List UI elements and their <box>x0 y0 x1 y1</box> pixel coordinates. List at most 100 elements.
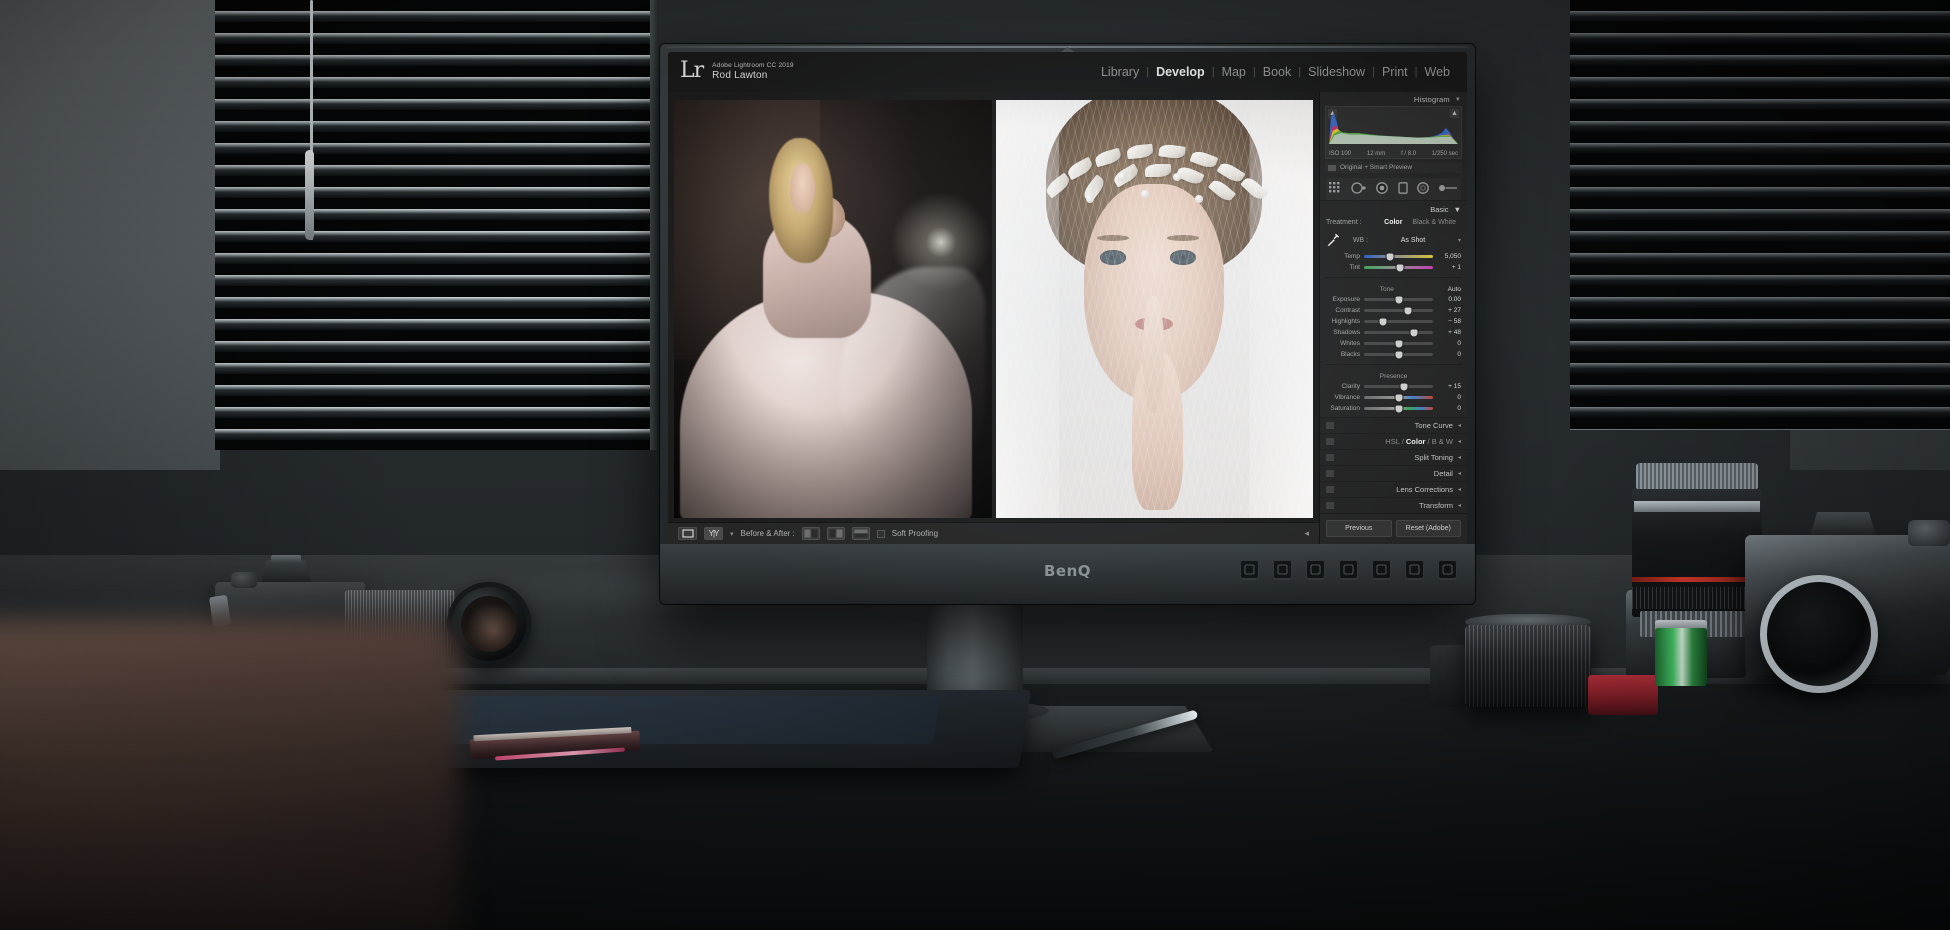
radial-filter-tool-icon[interactable] <box>1416 182 1429 196</box>
slider-row-contrast[interactable]: Contrast + 27 <box>1320 305 1467 316</box>
slider-row-highlights[interactable]: Highlights − 58 <box>1320 316 1467 327</box>
slider-value[interactable]: + 27 <box>1437 307 1461 314</box>
slider-knob[interactable] <box>1395 296 1402 304</box>
slider-track[interactable] <box>1364 351 1433 359</box>
module-tab-slideshow[interactable]: Slideshow <box>1301 65 1372 79</box>
slider-row-shadows[interactable]: Shadows + 48 <box>1320 327 1467 338</box>
slider-track[interactable] <box>1364 296 1433 304</box>
slider-value[interactable]: 0 <box>1437 405 1461 412</box>
slider-track[interactable] <box>1364 405 1433 413</box>
spot-removal-tool-icon[interactable] <box>1351 182 1367 196</box>
panel-switch-icon[interactable] <box>1326 502 1334 510</box>
slider-track[interactable] <box>1364 307 1433 315</box>
slider-knob[interactable] <box>1400 383 1408 391</box>
chevron-left-icon[interactable]: ◂ <box>1458 502 1461 509</box>
slider-knob[interactable] <box>1404 307 1412 315</box>
slider-value[interactable]: 0 <box>1437 394 1461 401</box>
slider-row-exposure[interactable]: Exposure 0.00 <box>1320 294 1467 305</box>
auto-tone-button[interactable]: Auto <box>1448 286 1461 293</box>
panel-switch-icon[interactable] <box>1326 438 1334 446</box>
slider-value[interactable]: − 58 <box>1437 318 1461 325</box>
eyedropper-icon[interactable] <box>1326 233 1340 247</box>
monitor-osd-buttons[interactable] <box>1240 560 1457 579</box>
slider-track[interactable] <box>1364 318 1433 326</box>
before-after-view-icon[interactable]: Y|Y <box>704 527 723 540</box>
previous-button[interactable]: Previous <box>1326 520 1392 538</box>
slider-value[interactable]: 5,050 <box>1437 253 1461 260</box>
crop-overlay-tool-icon[interactable] <box>1329 182 1342 196</box>
panel-switch-icon[interactable] <box>1326 454 1334 462</box>
menu-button[interactable] <box>1273 560 1292 579</box>
slider-knob[interactable] <box>1395 394 1402 402</box>
slider-knob[interactable] <box>1379 318 1387 326</box>
slider-value[interactable]: + 1 <box>1437 264 1461 271</box>
adjustment-brush-tool-icon[interactable] <box>1438 182 1458 196</box>
panel-header-tone-curve[interactable]: Tone Curve ◂ <box>1320 417 1467 434</box>
chevron-left-icon[interactable]: ◂ <box>1458 438 1461 445</box>
basic-panel-header[interactable]: Basic ▼ <box>1320 200 1467 217</box>
loupe-view-icon[interactable] <box>678 527 697 540</box>
panel-header-lens-corrections[interactable]: Lens Corrections ◂ <box>1320 481 1467 498</box>
chevron-down-icon[interactable]: ▼ <box>1455 97 1461 103</box>
panel-segment-hsl[interactable]: HSL <box>1385 437 1401 446</box>
slider-knob[interactable] <box>1395 340 1402 348</box>
slider-track[interactable] <box>1364 264 1433 272</box>
chevron-left-icon[interactable]: ◂ <box>1458 470 1461 477</box>
slider-knob[interactable] <box>1410 329 1418 337</box>
panel-header-transform[interactable]: Transform ◂ <box>1320 497 1467 514</box>
histogram-panel-header[interactable]: Histogram ▼ <box>1320 92 1467 106</box>
slider-value[interactable]: 0 <box>1437 351 1461 358</box>
red-eye-correction-tool-icon[interactable] <box>1376 182 1389 196</box>
chevron-down-icon[interactable]: ▼ <box>1454 205 1461 214</box>
slider-value[interactable]: + 15 <box>1437 383 1461 390</box>
reset-adobe-button[interactable]: Reset (Adobe) <box>1395 520 1461 538</box>
input-select-button[interactable] <box>1240 560 1259 579</box>
histogram-widget[interactable]: ▲ ▲ ISO 100 12 mm f / 8.0 1/250 sec <box>1325 106 1462 160</box>
graduated-filter-tool-icon[interactable] <box>1397 182 1408 196</box>
module-picker[interactable]: Library | Develop | Map | Book | Slideshow | Print… <box>1094 65 1457 79</box>
module-tab-print[interactable]: Print <box>1375 65 1415 79</box>
module-tab-library[interactable]: Library <box>1094 65 1146 79</box>
slider-row-temp[interactable]: Temp 5,050 <box>1320 251 1467 262</box>
panel-header-hsl-color-bw[interactable]: HSL / Color / B & W ◂ <box>1320 433 1467 450</box>
custom-key-button[interactable] <box>1372 560 1391 579</box>
chevron-left-icon[interactable]: ◂ <box>1458 422 1461 429</box>
blind-tilt-wand[interactable] <box>305 150 314 240</box>
slider-row-tint[interactable]: Tint + 1 <box>1320 262 1467 273</box>
power-button[interactable] <box>1438 560 1457 579</box>
before-after-top-bottom-button[interactable] <box>851 527 870 540</box>
panel-switch-icon[interactable] <box>1326 486 1334 494</box>
after-photo-pane[interactable] <box>995 100 1313 518</box>
chevron-down-icon[interactable]: ▾ <box>1458 237 1461 244</box>
module-tab-book[interactable]: Book <box>1256 65 1299 79</box>
slider-track[interactable] <box>1364 383 1433 391</box>
slider-value[interactable]: + 48 <box>1437 329 1461 336</box>
wb-value-dropdown[interactable]: As Shot <box>1372 237 1454 244</box>
slider-row-saturation[interactable]: Saturation 0 <box>1320 403 1467 414</box>
slider-knob[interactable] <box>1395 351 1402 359</box>
slider-track[interactable] <box>1364 340 1433 348</box>
slider-value[interactable]: 0.00 <box>1437 296 1461 303</box>
slider-knob[interactable] <box>1395 405 1402 413</box>
panel-header-detail[interactable]: Detail ◂ <box>1320 465 1467 482</box>
panel-segment-b-w[interactable]: B & W <box>1432 437 1453 446</box>
before-photo-pane[interactable] <box>674 100 992 518</box>
slider-track[interactable] <box>1364 394 1433 402</box>
slider-track[interactable] <box>1364 329 1433 337</box>
module-tab-develop[interactable]: Develop <box>1149 65 1212 79</box>
module-tab-map[interactable]: Map <box>1215 65 1253 79</box>
slider-track[interactable] <box>1364 253 1433 261</box>
slider-value[interactable]: 0 <box>1437 340 1461 347</box>
picture-mode-button[interactable] <box>1306 560 1325 579</box>
slider-row-vibrance[interactable]: Vibrance 0 <box>1320 392 1467 403</box>
chevron-left-icon[interactable]: ◂ <box>1458 486 1461 493</box>
identity-plate[interactable]: Lr Adobe Lightroom CC 2019 Rod Lawton <box>680 60 794 84</box>
exit-button[interactable] <box>1405 560 1424 579</box>
slider-row-whites[interactable]: Whites 0 <box>1320 338 1467 349</box>
slider-knob[interactable] <box>1396 264 1404 272</box>
panel-switch-icon[interactable] <box>1326 470 1334 478</box>
module-tab-web[interactable]: Web <box>1418 65 1457 79</box>
before-after-left-right-button[interactable] <box>801 527 820 540</box>
soft-proofing-checkbox[interactable] <box>876 529 885 538</box>
panel-segment-color[interactable]: Color <box>1406 437 1428 446</box>
